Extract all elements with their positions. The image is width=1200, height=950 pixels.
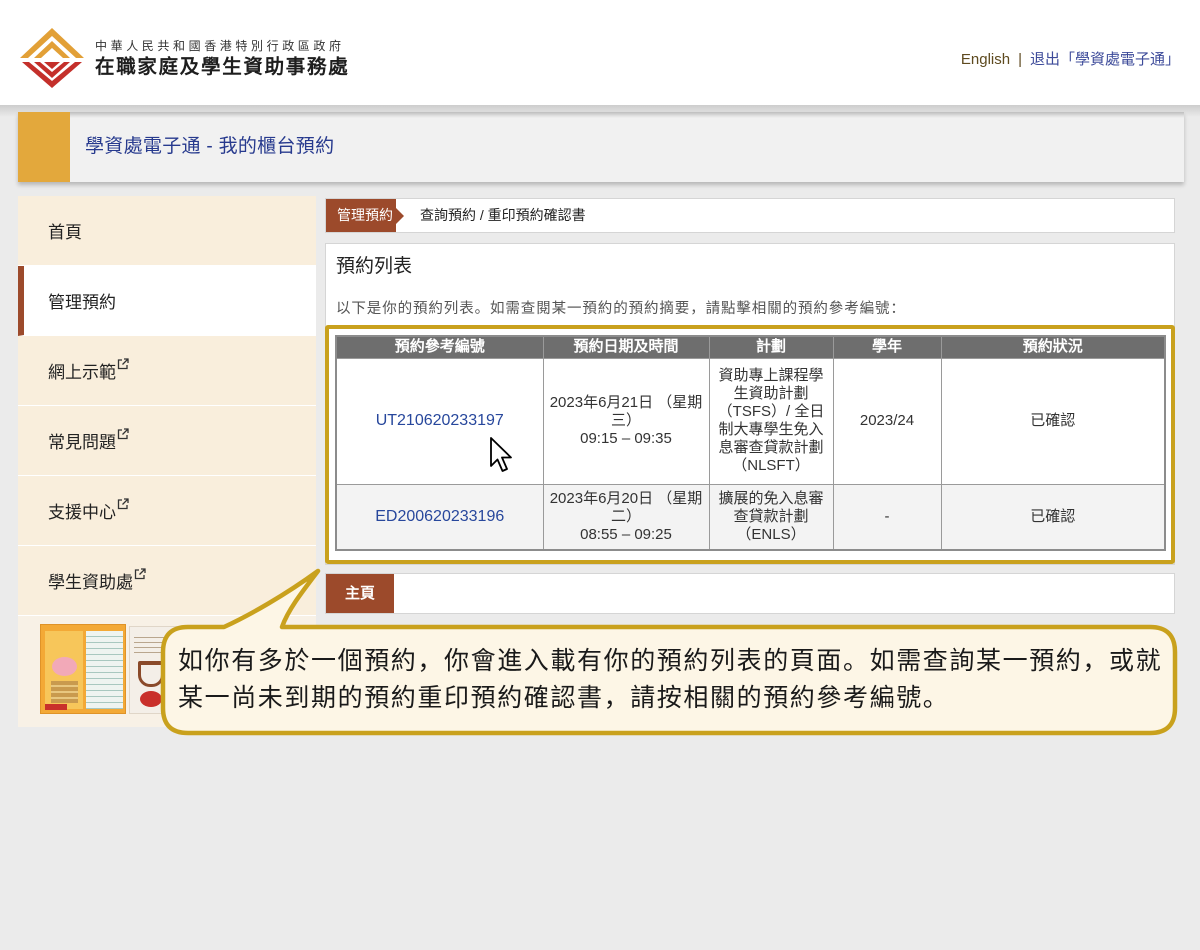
- academic-year-cell: 2023/24: [832, 357, 942, 485]
- breadcrumb-arrow-icon: [396, 208, 404, 224]
- booking-list-heading: 預約列表: [336, 256, 413, 277]
- status-cell: 已確認: [940, 357, 1166, 485]
- promo-banner-thumbnail[interactable]: [40, 624, 126, 714]
- column-header-academic-year: 學年: [832, 335, 942, 359]
- banner-text-panel: [86, 631, 123, 709]
- sidebar-item-label: 常見問題: [48, 433, 116, 452]
- breadcrumb-current-page: 查詢預約 / 重印預約確認書: [420, 207, 586, 223]
- page-title: 學資處電子通 - 我的櫃台預約: [85, 136, 335, 157]
- sidebar-item-support-centre[interactable]: 支援中心: [18, 476, 316, 546]
- date-time-cell: 2023年6月21日 （星期三） 09:15 – 09:35: [542, 357, 710, 485]
- table-highlight-frame: 預約參考編號 預約日期及時間 計劃 學年 預約狀況 UT210620233197…: [325, 325, 1175, 564]
- column-header-date-time: 預約日期及時間: [542, 335, 710, 359]
- link-separator: |: [1018, 51, 1022, 68]
- sidebar-item-online-demo[interactable]: 網上示範: [18, 336, 316, 406]
- column-header-reference: 預約參考編號: [335, 335, 544, 359]
- sidebar-item-label: 學生資助處: [48, 573, 133, 592]
- scheme-cell: 資助專上課程學生資助計劃（TSFS）/ 全日制大專學生免入息審查貸款計劃（NLS…: [708, 357, 834, 485]
- site-header: 中華人民共和國香港特別行政區政府 在職家庭及學生資助事務處 English | 退出…: [0, 0, 1200, 105]
- coin-stack-icon: [51, 681, 78, 703]
- sidebar-item-label: 首頁: [48, 223, 82, 242]
- header-links: English | 退出「學資處電子通」: [961, 51, 1180, 69]
- breadcrumb-section-tab[interactable]: 管理預約: [326, 199, 396, 232]
- agency-name: 在職家庭及學生資助事務處: [95, 56, 350, 78]
- booking-reference-link[interactable]: UT210620233197: [376, 412, 504, 429]
- agency-logo-icon: [20, 28, 84, 88]
- table-row: ED200620233196 2023年6月20日 （星期二） 08:55 – 0…: [335, 483, 1166, 551]
- government-name: 中華人民共和國香港特別行政區政府: [95, 39, 345, 53]
- booking-list-description: 以下是你的預約列表。如需查閱某一預約的預約摘要，請點擊相關的預約參考編號：: [336, 301, 906, 317]
- sidebar-item-label: 支援中心: [48, 503, 116, 522]
- home-logo-link[interactable]: 中華人民共和國香港特別行政區政府 在職家庭及學生資助事務處: [20, 28, 360, 90]
- scheme-cell: 擴展的免入息審查貸款計劃（ENLS）: [708, 483, 834, 551]
- date-time-cell: 2023年6月20日 （星期二） 08:55 – 09:25: [542, 483, 710, 551]
- mouse-cursor-icon: [490, 437, 512, 472]
- sidebar-item-home[interactable]: 首頁: [18, 196, 316, 266]
- external-link-icon: [117, 427, 129, 439]
- sidebar-item-faq[interactable]: 常見問題: [18, 406, 316, 476]
- sidebar-item-label: 管理預約: [48, 293, 116, 312]
- title-accent-block: [18, 112, 70, 182]
- booking-table: 預約參考編號 預約日期及時間 計劃 學年 預約狀況 UT210620233197…: [335, 335, 1166, 551]
- booking-date: 2023年6月21日 （星期三）: [549, 394, 703, 429]
- table-row: UT210620233197 2023年6月21日 （星期三） 09:15 – 0…: [335, 357, 1166, 485]
- booking-reference-link[interactable]: ED200620233196: [375, 508, 504, 525]
- reference-cell: ED200620233196: [335, 483, 544, 551]
- banner-logo-strip: [45, 704, 67, 710]
- column-header-scheme: 計劃: [708, 335, 834, 359]
- piggy-bank-icon: [52, 657, 77, 676]
- sidebar-item-label: 網上示範: [48, 363, 116, 382]
- external-link-icon: [117, 357, 129, 369]
- external-link-icon: [117, 497, 129, 509]
- booking-date: 2023年6月20日 （星期二）: [549, 489, 703, 525]
- sidebar-item-manage-booking[interactable]: 管理預約: [18, 266, 316, 336]
- academic-year-cell: -: [832, 483, 942, 551]
- callout-text: 如你有多於一個預約，你會進入載有你的預約列表的頁面。如需查詢某一預約，或就某一尚…: [178, 647, 1163, 712]
- booking-time: 09:15 – 09:35: [580, 430, 672, 447]
- table-header-row: 預約參考編號 預約日期及時間 計劃 學年 預約狀況: [335, 335, 1166, 359]
- english-language-link[interactable]: English: [961, 51, 1010, 68]
- status-cell: 已確認: [940, 483, 1166, 551]
- breadcrumb: 管理預約 查詢預約 / 重印預約確認書: [325, 198, 1175, 233]
- column-header-status: 預約狀況: [940, 335, 1166, 359]
- banner-panel: [45, 631, 83, 709]
- booking-time: 08:55 – 09:25: [580, 525, 672, 543]
- logout-link[interactable]: 退出「學資處電子通」: [1030, 51, 1180, 68]
- title-bar: 學資處電子通 - 我的櫃台預約: [18, 112, 1184, 182]
- external-link-icon: [134, 567, 146, 579]
